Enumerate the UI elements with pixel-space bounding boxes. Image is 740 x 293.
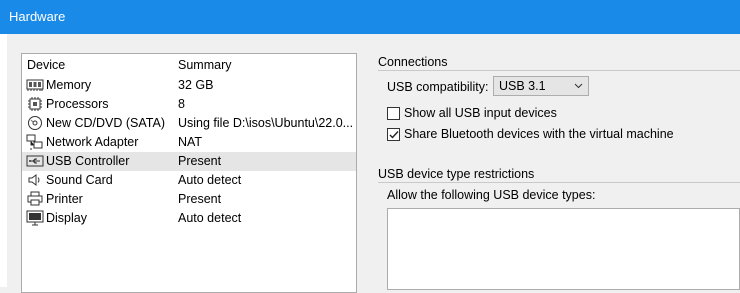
device-name: Printer: [46, 192, 83, 206]
chevron-down-icon: [574, 79, 583, 96]
device-name: New CD/DVD (SATA): [46, 116, 165, 130]
restrictions-divider: [378, 182, 740, 183]
device-summary: Auto detect: [178, 211, 242, 225]
device-name: Display: [46, 211, 87, 225]
show-all-usb-label[interactable]: Show all USB input devices: [404, 106, 557, 120]
device-summary: Present: [178, 154, 222, 168]
device-summary: Present: [178, 192, 222, 206]
device-name: Sound Card: [46, 173, 113, 187]
connections-divider: [378, 70, 740, 71]
device-row-display[interactable]: Display Auto detect: [22, 209, 356, 228]
memory-icon: [26, 77, 44, 93]
network-adapter-icon: [26, 134, 44, 150]
usb-controller-icon: [26, 153, 44, 169]
device-row-network-adapter[interactable]: Network Adapter NAT: [22, 133, 356, 152]
share-bluetooth-checkbox[interactable]: [387, 128, 400, 141]
column-header-summary[interactable]: Summary: [178, 58, 231, 74]
device-summary: 32 GB: [178, 78, 214, 92]
device-row-processors[interactable]: Processors 8: [22, 95, 356, 114]
device-name: Memory: [46, 78, 92, 92]
device-row-usb-controller[interactable]: USB Controller Present: [22, 152, 356, 171]
allow-device-types-label: Allow the following USB device types:: [387, 188, 596, 202]
printer-icon: [26, 191, 44, 207]
usb-device-type-list[interactable]: [387, 208, 740, 290]
device-summary: NAT: [178, 135, 203, 149]
device-name: Network Adapter: [46, 135, 139, 149]
device-row-sound-card[interactable]: Sound Card Auto detect: [22, 171, 356, 190]
device-name: USB Controller: [46, 154, 130, 168]
checkmark-icon: [389, 131, 399, 139]
usb-compatibility-value: USB 3.1: [499, 79, 546, 93]
display-icon: [26, 210, 44, 226]
device-row-memory[interactable]: Memory 32 GB: [22, 76, 356, 95]
cd-dvd-icon: [26, 115, 44, 131]
processor-icon: [26, 96, 44, 112]
show-all-usb-checkbox[interactable]: [387, 107, 400, 120]
device-summary: 8: [178, 97, 185, 111]
usb-compatibility-label: USB compatibility:: [387, 80, 489, 94]
device-row-printer[interactable]: Printer Present: [22, 190, 356, 209]
device-name: Processors: [46, 97, 109, 111]
connections-group-title: Connections: [378, 55, 448, 69]
device-summary: Using file D:\isos\Ubuntu\22.0...: [178, 116, 354, 130]
device-summary: Auto detect: [178, 173, 242, 187]
left-edge: [0, 34, 7, 287]
device-list[interactable]: Device Summary Memory 32 GB Processors 8…: [21, 53, 357, 293]
device-row-cd-dvd[interactable]: New CD/DVD (SATA) Using file D:\isos\Ubu…: [22, 114, 356, 133]
usb-compatibility-select[interactable]: USB 3.1: [493, 76, 589, 96]
window-title: Hardware: [9, 9, 66, 24]
share-bluetooth-label[interactable]: Share Bluetooth devices with the virtual…: [404, 127, 674, 141]
speaker-icon: [26, 172, 44, 188]
column-header-device[interactable]: Device: [27, 58, 65, 74]
title-bar: Hardware: [0, 0, 740, 34]
restrictions-group-title: USB device type restrictions: [378, 167, 535, 181]
